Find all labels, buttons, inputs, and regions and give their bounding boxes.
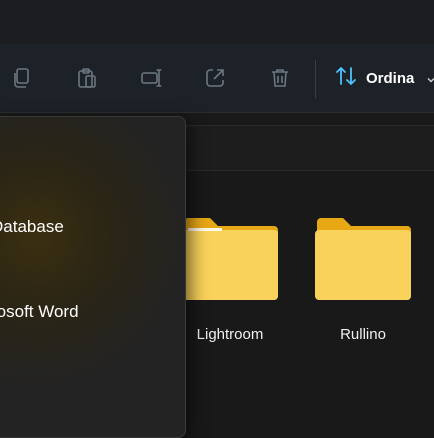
command-bar: Ordina — [0, 44, 434, 113]
folder-label: Rullino — [340, 326, 386, 343]
rename-icon[interactable] — [140, 66, 164, 90]
sort-label: Ordina — [366, 69, 415, 87]
chevron-down-icon[interactable] — [426, 72, 434, 83]
folder-label: Lightroom — [196, 326, 264, 343]
delete-icon[interactable] — [268, 66, 292, 90]
toolbar-separator — [315, 60, 316, 98]
sort-icon — [334, 64, 358, 93]
menu-item-database[interactable]: Database — [0, 207, 185, 247]
share-icon[interactable] — [203, 66, 227, 90]
folder-icon — [315, 218, 411, 300]
menu-item-word-document[interactable]: rosoft Word — [0, 292, 185, 332]
menu-item-label: Database — [0, 217, 64, 236]
paste-icon[interactable] — [75, 66, 99, 90]
folder-icon — [182, 218, 278, 300]
title-bar — [0, 0, 434, 44]
folder-item-lightroom[interactable]: Lightroom — [180, 210, 280, 343]
sort-button[interactable]: Ordina — [334, 64, 414, 92]
folder-item-rullino[interactable]: Rullino — [313, 210, 413, 343]
copy-icon[interactable] — [10, 66, 34, 90]
menu-item-label: rosoft Word — [0, 302, 79, 321]
context-menu: Database rosoft Word — [0, 116, 186, 438]
